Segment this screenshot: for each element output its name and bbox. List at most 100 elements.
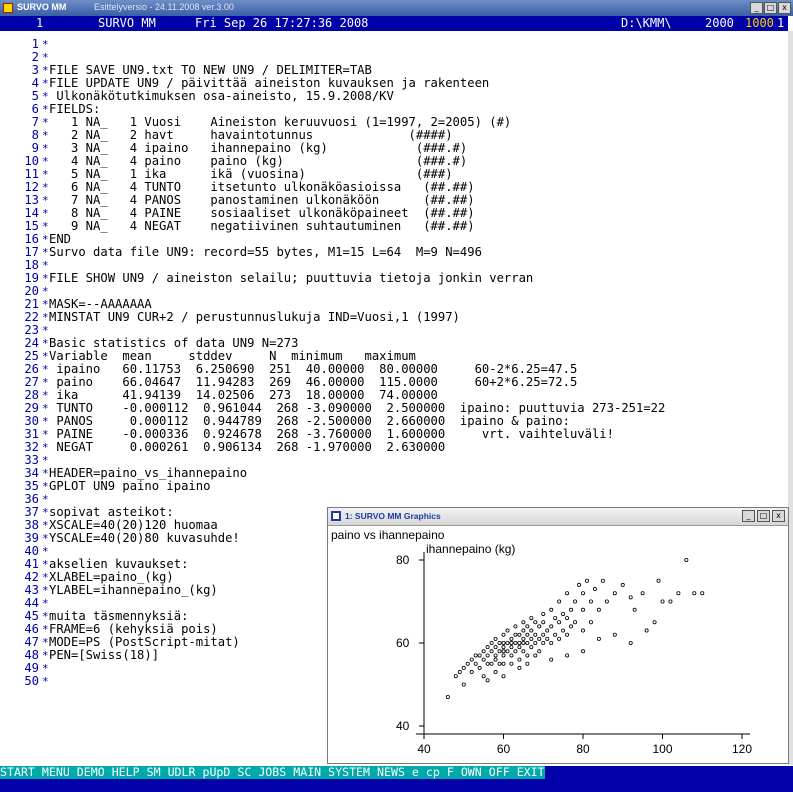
control-column[interactable]: *: [42, 64, 49, 77]
control-column[interactable]: *: [42, 194, 49, 207]
control-column[interactable]: *: [42, 272, 49, 285]
key-news[interactable]: NEWS: [377, 765, 405, 779]
control-column[interactable]: *: [42, 649, 49, 662]
data-point: [489, 641, 494, 646]
control-column[interactable]: *: [42, 285, 49, 298]
control-column[interactable]: *: [42, 493, 49, 506]
control-column[interactable]: *: [42, 662, 49, 675]
edit-line[interactable]: 22 * MINSTAT UN9 CUR+2 / perustunnuslukuja…: [0, 311, 786, 325]
key-start[interactable]: START: [0, 765, 35, 779]
line-text[interactable]: Survo data file UN9: record=55 bytes, M1…: [49, 246, 482, 259]
control-column[interactable]: *: [42, 155, 49, 168]
key-demo[interactable]: DEMO: [77, 765, 105, 779]
edit-line[interactable]: 32 * NEGAT 0.000261 0.906134 268 -1.97000…: [0, 441, 786, 455]
key-sm[interactable]: SM: [147, 765, 161, 779]
line-text[interactable]: NEGAT 0.000261 0.906134 268 -1.970000 2.…: [49, 441, 445, 454]
control-column[interactable]: *: [42, 90, 49, 103]
control-column[interactable]: *: [42, 571, 49, 584]
close-button[interactable]: x: [778, 2, 791, 14]
line-text[interactable]: FILE SHOW UN9 / aineiston selailu; puutt…: [49, 272, 533, 285]
control-column[interactable]: *: [42, 103, 49, 116]
control-column[interactable]: *: [42, 584, 49, 597]
line-text[interactable]: PEN=[Swiss(18)]: [49, 649, 159, 662]
control-column[interactable]: *: [42, 558, 49, 571]
control-column[interactable]: *: [42, 675, 49, 688]
key-exit[interactable]: EXIT: [517, 765, 545, 779]
control-column[interactable]: *: [42, 246, 49, 259]
control-column[interactable]: *: [42, 402, 49, 415]
control-column[interactable]: *: [42, 207, 49, 220]
data-point: [660, 599, 665, 604]
control-column[interactable]: *: [42, 233, 49, 246]
control-column[interactable]: *: [42, 428, 49, 441]
control-column[interactable]: *: [42, 636, 49, 649]
control-column[interactable]: *: [42, 389, 49, 402]
line-text[interactable]: GPLOT UN9 paino ipaino: [49, 480, 210, 493]
control-column[interactable]: *: [42, 142, 49, 155]
edit-line[interactable]: 35 * GPLOT UN9 paino ipaino: [0, 480, 786, 494]
control-column[interactable]: *: [42, 77, 49, 90]
maximize-button[interactable]: □: [764, 2, 777, 14]
control-column[interactable]: *: [42, 532, 49, 545]
control-column[interactable]: *: [42, 376, 49, 389]
minimize-button[interactable]: _: [750, 2, 763, 14]
control-column[interactable]: *: [42, 480, 49, 493]
key-own[interactable]: OWN: [461, 765, 482, 779]
data-point: [596, 607, 601, 612]
control-column[interactable]: *: [42, 181, 49, 194]
control-column[interactable]: *: [42, 116, 49, 129]
graphics-window[interactable]: 1: SURVO MM Graphics _ □ x paino vs ihan…: [327, 507, 789, 764]
control-column[interactable]: *: [42, 298, 49, 311]
line-text[interactable]: MINSTAT UN9 CUR+2 / perustunnuslukuja IN…: [49, 311, 460, 324]
control-column[interactable]: *: [42, 259, 49, 272]
control-column[interactable]: *: [42, 454, 49, 467]
control-column[interactable]: *: [42, 324, 49, 337]
line-text[interactable]: YSCALE=40(20)80 kuvasuhde!: [49, 532, 240, 545]
key-udlr[interactable]: UDLR: [168, 765, 196, 779]
control-column[interactable]: *: [42, 38, 49, 51]
control-column[interactable]: *: [42, 519, 49, 532]
control-column[interactable]: *: [42, 51, 49, 64]
control-column[interactable]: *: [42, 506, 49, 519]
control-column[interactable]: *: [42, 610, 49, 623]
key-f[interactable]: F: [447, 765, 454, 779]
key-pupd[interactable]: pUpD: [202, 765, 230, 779]
control-column[interactable]: *: [42, 363, 49, 376]
data-point: [533, 620, 538, 625]
control-column[interactable]: *: [42, 597, 49, 610]
control-column[interactable]: *: [42, 623, 49, 636]
control-column[interactable]: *: [42, 545, 49, 558]
key-off[interactable]: OFF: [489, 765, 510, 779]
key-menu[interactable]: MENU: [42, 765, 70, 779]
graphics-minimize-button[interactable]: _: [742, 510, 755, 522]
data-point: [600, 578, 605, 583]
control-column[interactable]: *: [42, 168, 49, 181]
edit-line[interactable]: 17 * Survo data file UN9: record=55 bytes,…: [0, 246, 786, 260]
key-jobs[interactable]: JOBS: [258, 765, 286, 779]
control-column[interactable]: *: [42, 415, 49, 428]
line-text[interactable]: YLABEL=ihannepaino_(kg): [49, 584, 218, 597]
data-point: [644, 628, 649, 633]
control-column[interactable]: *: [42, 129, 49, 142]
line-text[interactable]: 9 NA_ 4 NEGAT negatiivinen suhtautuminen…: [49, 220, 475, 233]
key-sc[interactable]: SC: [237, 765, 251, 779]
edit-line[interactable]: 5 * Ulkonäkötutkimuksen osa-aineisto, 15.…: [0, 90, 786, 104]
edit-line[interactable]: 15 * 9 NA_ 4 NEGAT negatiivinen suhtautum…: [0, 220, 786, 234]
key-cp[interactable]: cp: [426, 765, 440, 779]
graphics-maximize-button[interactable]: □: [757, 510, 770, 522]
control-column[interactable]: *: [42, 441, 49, 454]
control-column[interactable]: *: [42, 467, 49, 480]
edit-line[interactable]: 1 *: [0, 38, 786, 52]
line-text[interactable]: Ulkonäkötutkimuksen osa-aineisto, 15.9.2…: [49, 90, 394, 103]
graphics-close-button[interactable]: x: [772, 510, 785, 522]
control-column[interactable]: *: [42, 220, 49, 233]
key-e[interactable]: e: [412, 765, 419, 779]
control-column[interactable]: *: [42, 350, 49, 363]
app-titlebar: SURVO MM Esittelyversio - 24.11.2008 ver…: [0, 0, 793, 16]
key-system[interactable]: SYSTEM: [328, 765, 370, 779]
edit-line[interactable]: 19 * FILE SHOW UN9 / aineiston selailu; pu…: [0, 272, 786, 286]
key-help[interactable]: HELP: [112, 765, 140, 779]
key-main[interactable]: MAIN: [293, 765, 321, 779]
control-column[interactable]: *: [42, 311, 49, 324]
control-column[interactable]: *: [42, 337, 49, 350]
